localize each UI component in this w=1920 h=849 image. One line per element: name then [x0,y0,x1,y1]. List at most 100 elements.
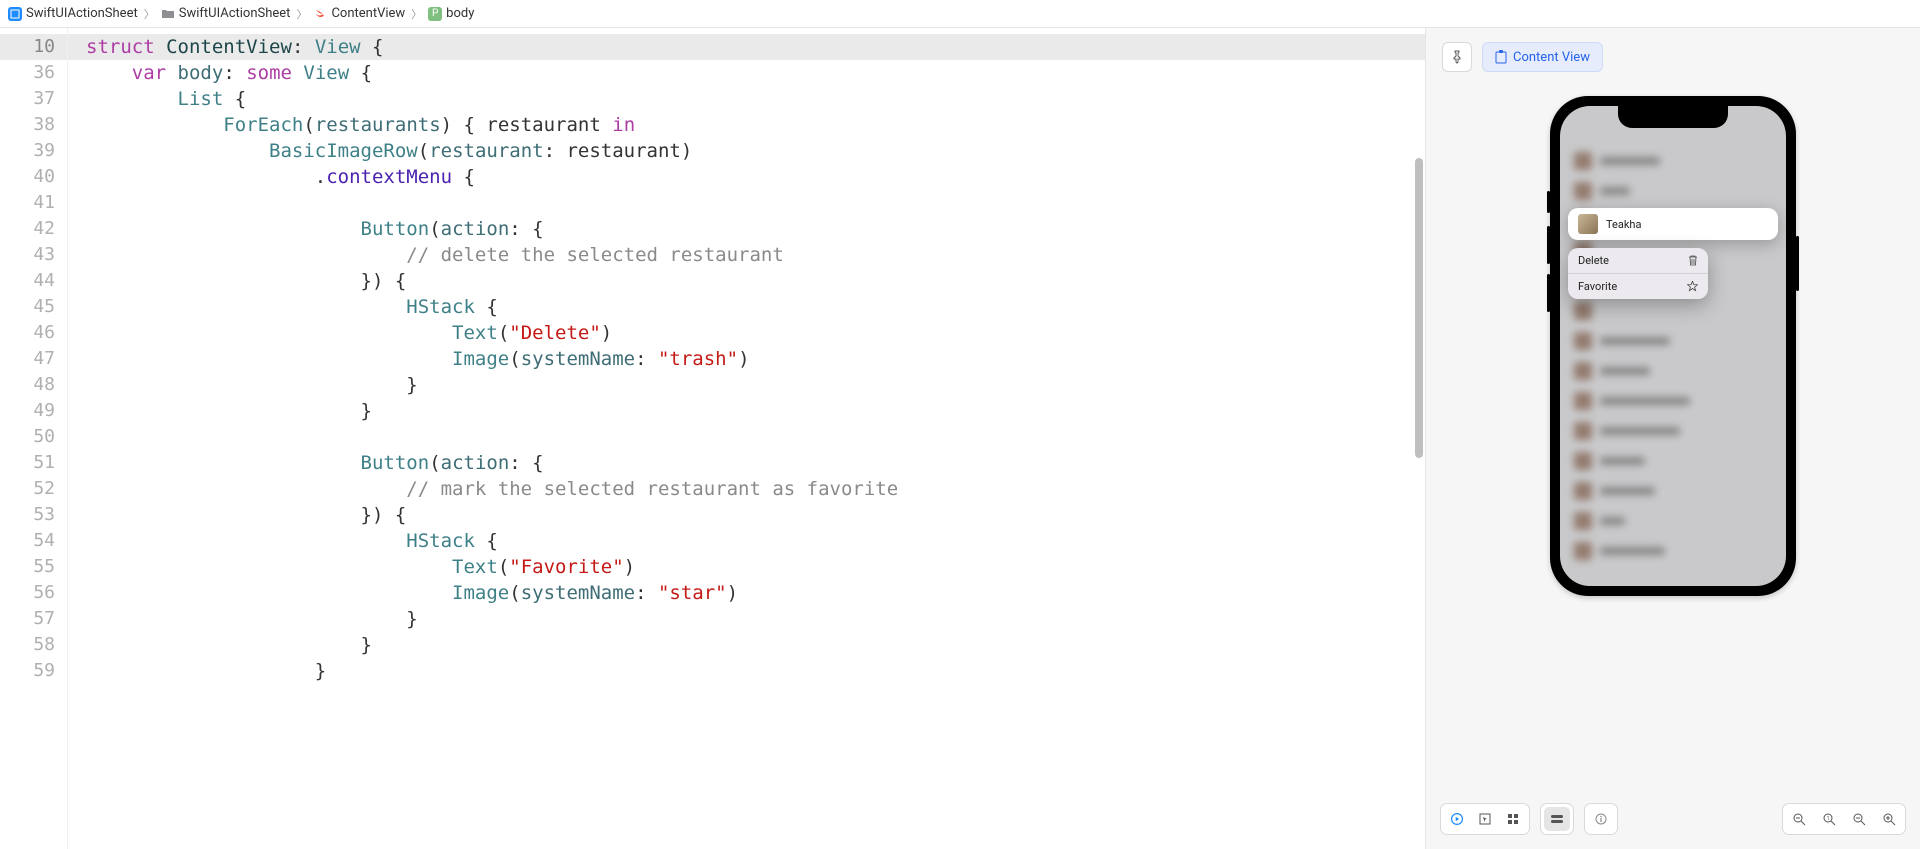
code-line[interactable]: Button(action: { [68,216,1425,242]
context-menu-item-delete[interactable]: Delete [1568,248,1708,273]
cursor-square-icon [1479,813,1491,825]
code-line[interactable]: struct ContentView: View { [68,34,1425,60]
swift-file-icon [313,7,327,21]
line-number: 41 [0,190,67,216]
code-line[interactable]: .contextMenu { [68,164,1425,190]
zoom-fit-icon: 1 [1823,813,1836,826]
sliders-icon [1550,813,1564,825]
line-number: 46 [0,320,67,346]
code-line[interactable]: Button(action: { [68,450,1425,476]
line-number: 59 [0,658,67,684]
code-line[interactable]: } [68,606,1425,632]
breadcrumb-item-file[interactable]: ContentView [313,6,405,21]
code-line[interactable]: Text("Delete") [68,320,1425,346]
folder-icon [161,7,175,21]
line-number: 10 [0,34,67,60]
list-item [1560,146,1786,176]
line-number: 42 [0,216,67,242]
pin-preview-button[interactable] [1442,42,1472,72]
svg-text:1: 1 [1826,816,1829,822]
device-button [1547,226,1550,264]
breadcrumb-item-property[interactable]: P body [428,6,474,21]
line-number: 49 [0,398,67,424]
device-settings-button[interactable] [1544,807,1570,831]
code-line[interactable]: List { [68,86,1425,112]
device-screen[interactable]: Teakha Delete Favorite [1560,106,1786,586]
line-number: 36 [0,60,67,86]
line-number: 40 [0,164,67,190]
blurred-background-list [1560,106,1786,586]
code-line[interactable]: } [68,398,1425,424]
selectable-preview-button[interactable] [1472,807,1498,831]
preview-target-chip[interactable]: Content View [1482,42,1603,72]
breadcrumb: SwiftUIActionSheet 〉 SwiftUIActionSheet … [0,0,1920,28]
chip-label: Content View [1513,50,1590,65]
line-number: 53 [0,502,67,528]
code-line[interactable]: ForEach(restaurants) { restaurant in [68,112,1425,138]
breadcrumb-label: SwiftUIActionSheet [179,6,291,21]
line-number: 52 [0,476,67,502]
line-number: 47 [0,346,67,372]
code-line[interactable]: HStack { [68,294,1425,320]
device-settings-group [1540,803,1574,835]
project-icon [8,7,22,21]
list-item [1560,416,1786,446]
code-line[interactable]: Image(systemName: "star") [68,580,1425,606]
zoom-toolbar: 1 [1782,803,1906,835]
device-button [1796,236,1799,291]
clipboard-icon [1495,50,1507,64]
line-number: 57 [0,606,67,632]
code-line[interactable]: Text("Favorite") [68,554,1425,580]
code-line[interactable]: } [68,632,1425,658]
code-line[interactable] [68,190,1425,216]
live-preview-button[interactable] [1444,807,1470,831]
zoom-out-button[interactable] [1786,807,1812,831]
code-line[interactable] [68,424,1425,450]
context-menu-item-favorite[interactable]: Favorite [1568,273,1708,299]
info-circle-icon [1595,813,1607,825]
code-line[interactable]: var body: some View { [68,60,1425,86]
code-line[interactable]: Image(systemName: "trash") [68,346,1425,372]
code-line[interactable]: // mark the selected restaurant as favor… [68,476,1425,502]
code-editor[interactable]: 1036373839404142434445464748495051525354… [0,28,1426,849]
code-line[interactable]: } [68,372,1425,398]
breadcrumb-item-project[interactable]: SwiftUIActionSheet [8,6,138,21]
zoom-actual-icon [1853,813,1866,826]
variants-preview-button[interactable] [1500,807,1526,831]
property-icon: P [428,7,442,21]
line-number: 43 [0,242,67,268]
line-number: 55 [0,554,67,580]
context-menu-source-row: Teakha [1568,208,1778,240]
code-line[interactable]: BasicImageRow(restaurant: restaurant) [68,138,1425,164]
code-line[interactable]: } [68,658,1425,684]
code-line[interactable]: HStack { [68,528,1425,554]
list-item [1560,536,1786,566]
line-number: 58 [0,632,67,658]
code-line[interactable]: }) { [68,502,1425,528]
menu-item-label: Favorite [1578,280,1617,293]
code-line[interactable]: }) { [68,268,1425,294]
list-item [1560,356,1786,386]
context-menu: Delete Favorite [1568,248,1708,299]
accessibility-button[interactable] [1588,807,1614,831]
line-number-gutter: 1036373839404142434445464748495051525354… [0,28,68,849]
context-menu-area: Teakha Delete Favorite [1568,208,1778,299]
preview-mode-group [1440,803,1530,835]
code-line[interactable]: // delete the selected restaurant [68,242,1425,268]
device-button [1547,274,1550,312]
trash-icon [1688,255,1698,266]
device-frame: Teakha Delete Favorite [1550,96,1796,596]
editor-scrollbar[interactable] [1415,158,1423,458]
chevron-right-icon: 〉 [409,6,424,22]
preview-toolbar: Content View [1426,28,1920,86]
breadcrumb-label: ContentView [331,6,405,21]
zoom-actual-button[interactable] [1846,807,1872,831]
star-icon [1687,281,1698,292]
code-content[interactable]: struct ContentView: View { var body: som… [68,28,1425,849]
list-item [1560,506,1786,536]
breadcrumb-item-folder[interactable]: SwiftUIActionSheet [161,6,291,21]
line-number: 50 [0,424,67,450]
device-button [1547,191,1550,213]
zoom-fit-button[interactable]: 1 [1816,807,1842,831]
zoom-in-button[interactable] [1876,807,1902,831]
